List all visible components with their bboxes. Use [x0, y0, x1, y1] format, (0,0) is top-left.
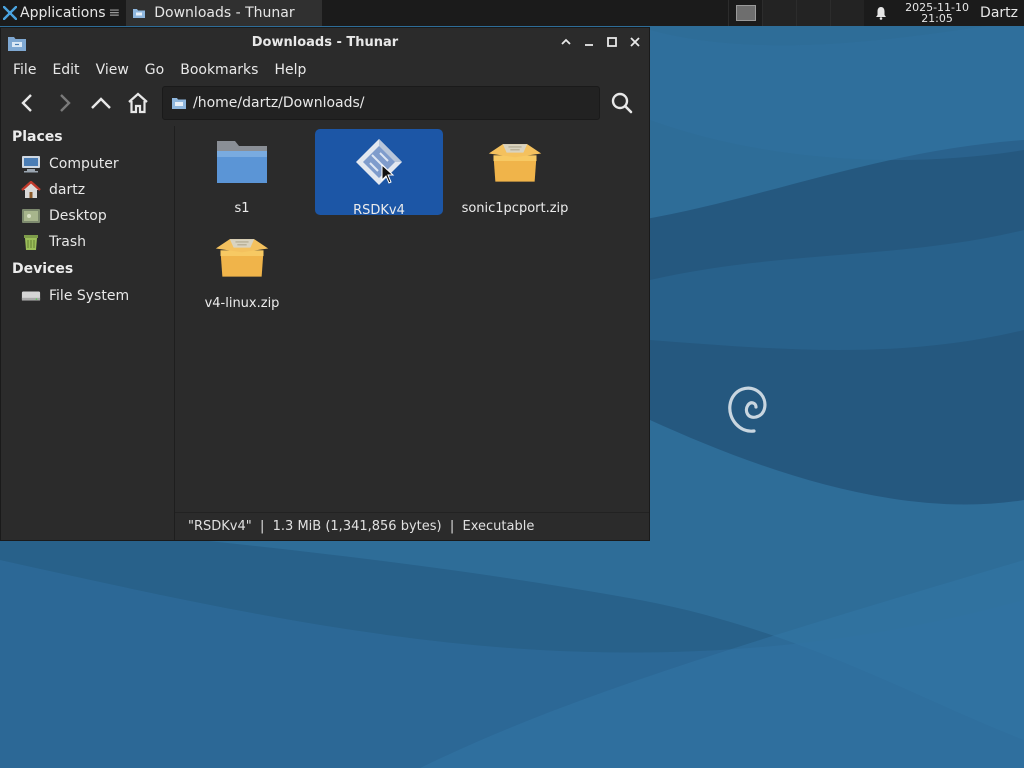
maximize-icon	[607, 37, 617, 47]
sidebar-item-computer[interactable]: Computer	[1, 151, 174, 177]
file-item-sonic1pcport-zip[interactable]: sonic1pcport.zip	[451, 129, 579, 216]
file-item-rsdkv4[interactable]: RSDKv4	[315, 129, 443, 218]
applications-menu-button[interactable]: Applications ≡	[0, 0, 124, 26]
home-button[interactable]	[121, 86, 155, 120]
toolbar	[1, 82, 649, 126]
debian-swirl-logo	[728, 386, 767, 433]
sidebar-item-label: Desktop	[49, 208, 107, 224]
search-icon	[611, 92, 633, 114]
clock-time: 21:05	[921, 12, 953, 25]
taskbar-item-label: Downloads - Thunar	[154, 5, 295, 21]
notification-button[interactable]	[864, 6, 898, 20]
sidebar-heading-devices: Devices	[12, 261, 74, 277]
sidebar-item-label: Trash	[49, 234, 86, 250]
window-controls	[558, 34, 643, 50]
sidebar-item-label: File System	[49, 288, 130, 304]
desktop-icon	[21, 206, 41, 226]
sidebar-item-label: dartz	[49, 182, 86, 198]
chevron-right-icon	[60, 94, 71, 112]
sidebar-item-trash[interactable]: Trash	[1, 229, 174, 255]
workspace-1[interactable]	[728, 0, 763, 26]
thunar-window: Downloads - Thunar File Edit View Go Boo…	[0, 27, 650, 541]
menu-edit[interactable]: Edit	[44, 62, 87, 78]
status-bar: "RSDKv4" | 1.3 MiB (1,341,856 bytes) | E…	[175, 512, 649, 540]
window-body: Places Computer dartz Desktop Trash Devi…	[1, 126, 649, 540]
folder-icon	[213, 135, 271, 187]
trash-icon	[21, 232, 41, 252]
menu-go[interactable]: Go	[137, 62, 172, 78]
location-input[interactable]	[193, 95, 573, 111]
location-bar[interactable]	[162, 86, 600, 120]
window-titlebar[interactable]: Downloads - Thunar	[1, 28, 649, 58]
workspace-switcher[interactable]	[728, 0, 865, 26]
workspace-2[interactable]	[762, 0, 797, 26]
menu-view[interactable]: View	[88, 62, 137, 78]
xfce-logo-icon	[3, 6, 17, 20]
file-item-label: sonic1pcport.zip	[461, 201, 569, 216]
chevron-left-icon	[21, 94, 32, 112]
sidebar-item-desktop[interactable]: Desktop	[1, 203, 174, 229]
menu-help[interactable]: Help	[266, 62, 314, 78]
archive-icon	[213, 230, 271, 282]
sidebar-item-file-system[interactable]: File System	[1, 283, 174, 309]
taskbar-item-thunar[interactable]: Downloads - Thunar	[126, 0, 323, 26]
file-item-label: RSDKv4	[353, 203, 405, 218]
file-item-v4-linux-zip[interactable]: v4-linux.zip	[178, 224, 306, 311]
chevron-up-icon	[91, 97, 111, 109]
home-folder-icon	[21, 180, 41, 200]
window-maximize-button[interactable]	[604, 34, 620, 50]
bell-icon	[876, 7, 887, 20]
file-item-s1[interactable]: s1	[178, 129, 306, 216]
sidebar-item-label: Computer	[49, 156, 119, 172]
folder-small-icon	[133, 9, 146, 18]
window-close-button[interactable]	[627, 34, 643, 50]
user-menu[interactable]: Dartz	[976, 5, 1024, 21]
computer-icon	[21, 154, 41, 174]
menu-file[interactable]: File	[5, 62, 44, 78]
search-button[interactable]	[605, 86, 639, 120]
executable-icon	[350, 135, 408, 189]
window-minimize-button[interactable]	[581, 34, 597, 50]
drive-icon	[21, 286, 41, 306]
sidebar-heading-places: Places	[12, 129, 63, 145]
forward-button[interactable]	[47, 86, 81, 120]
file-item-label: s1	[234, 201, 250, 216]
workspace-4[interactable]	[830, 0, 865, 26]
window-title: Downloads - Thunar	[251, 35, 399, 50]
panel-clock[interactable]: 2025-11-10 21:05	[898, 2, 976, 24]
menu-bar: File Edit View Go Bookmarks Help	[1, 58, 649, 82]
menu-glyph-icon: ≡	[108, 5, 121, 21]
workspace-3[interactable]	[796, 0, 831, 26]
applications-label: Applications	[20, 5, 106, 21]
minimize-icon	[585, 44, 593, 46]
home-icon	[128, 92, 148, 114]
file-item-label: v4-linux.zip	[204, 296, 280, 311]
sidebar-item-dartz[interactable]: dartz	[1, 177, 174, 203]
close-icon	[630, 37, 640, 47]
sidebar: Places Computer dartz Desktop Trash Devi…	[1, 126, 175, 540]
mouse-pointer-icon	[381, 164, 395, 184]
folder-small-icon	[172, 98, 186, 109]
menu-bookmarks[interactable]: Bookmarks	[172, 62, 266, 78]
top-panel: Applications ≡ Downloads - Thunar 2025-1…	[0, 0, 1024, 26]
back-button[interactable]	[11, 86, 45, 120]
chevron-up-icon	[561, 38, 571, 45]
status-text: "RSDKv4" | 1.3 MiB (1,341,856 bytes) | E…	[188, 519, 535, 534]
archive-icon	[486, 135, 544, 187]
workspace-thumbnail	[735, 5, 756, 21]
window-shade-button[interactable]	[558, 34, 574, 50]
parent-folder-button[interactable]	[84, 86, 118, 120]
file-icon-view[interactable]: s1 RSDKv4 sonic1pcport.zip v4-linux.zip …	[175, 126, 649, 540]
